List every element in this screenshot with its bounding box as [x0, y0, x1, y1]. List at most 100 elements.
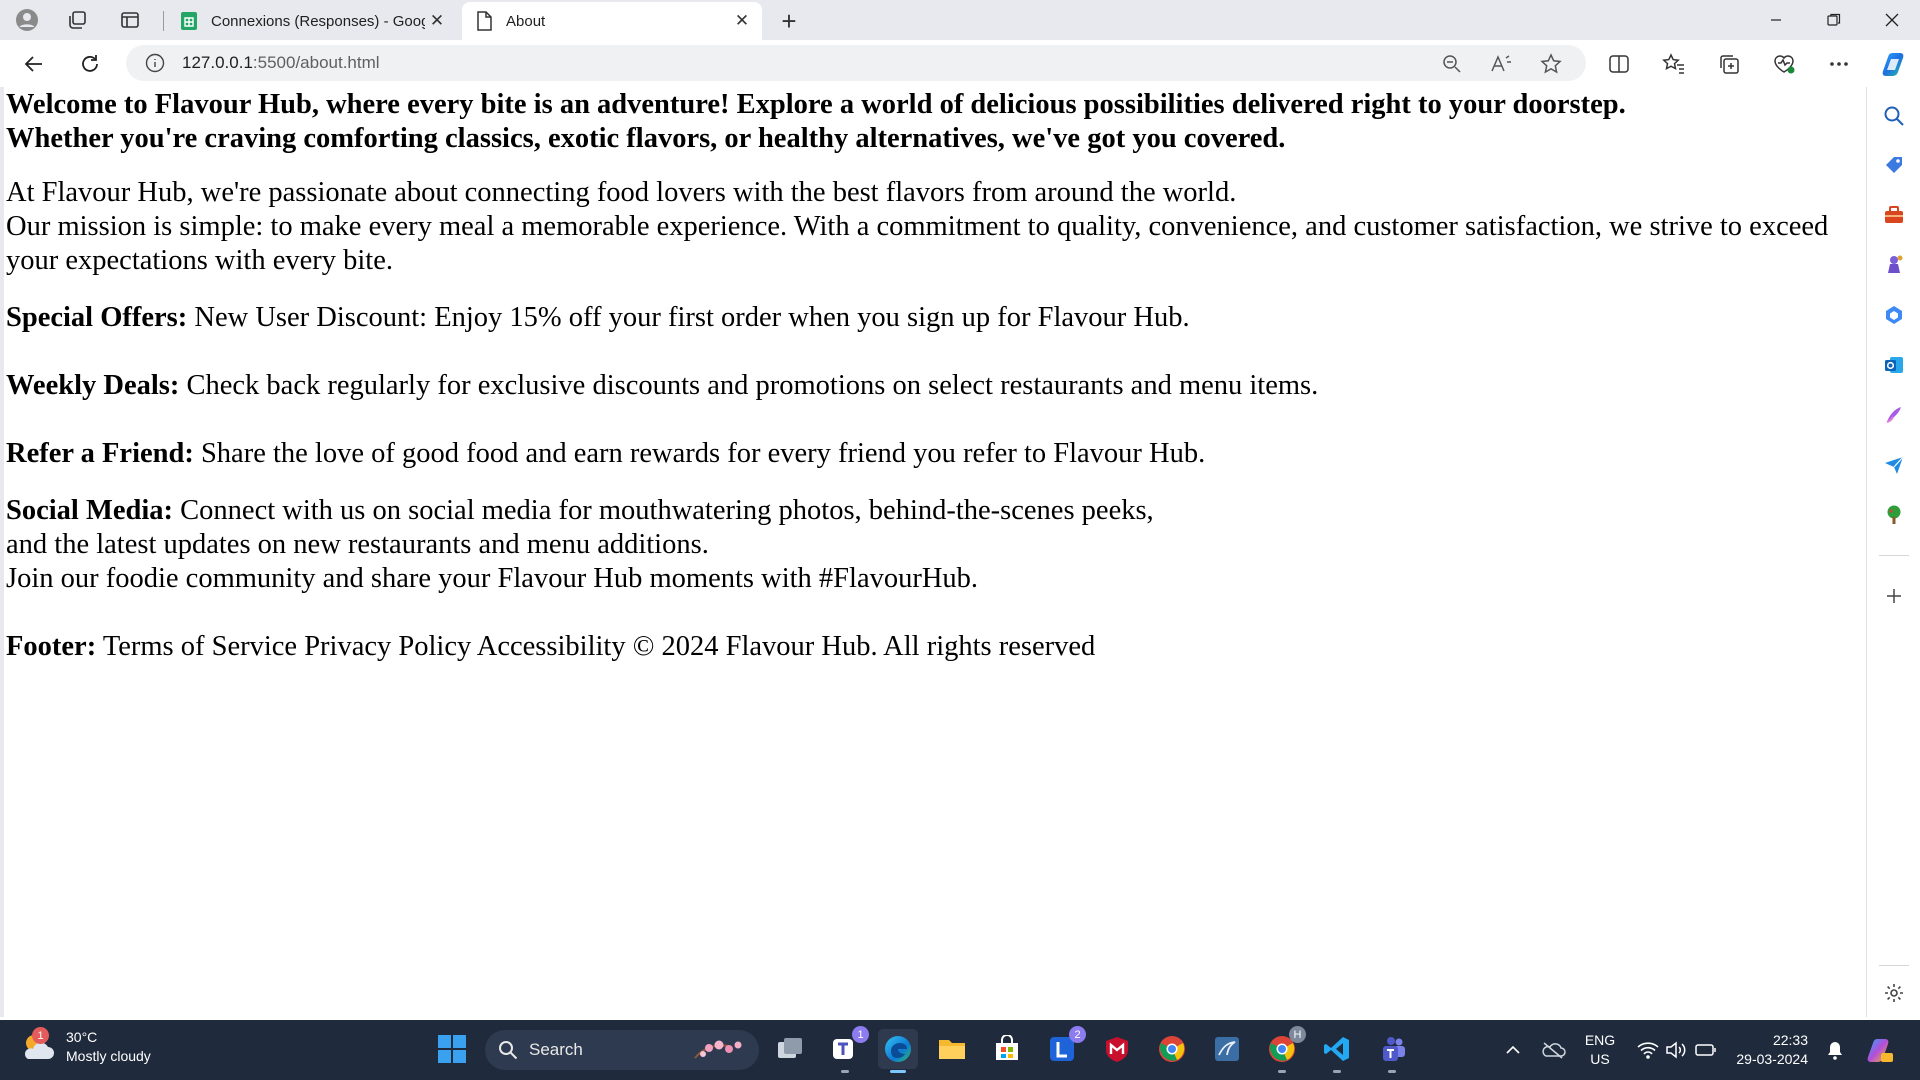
refer-friend-paragraph: Refer a Friend: Share the love of good f… [6, 437, 1864, 471]
clock-time: 22:33 [1772, 1032, 1808, 1048]
more-options-icon[interactable] [1826, 51, 1852, 77]
sidebar-tree-icon[interactable] [1882, 503, 1906, 527]
running-indicator [1333, 1070, 1341, 1073]
copilot-taskbar-icon[interactable] [1862, 1020, 1898, 1080]
about-paragraph: At Flavour Hub, we're passionate about c… [6, 176, 1864, 278]
about-line-2: Our mission is simple: to make every mea… [6, 211, 1829, 276]
footer-paragraph: Footer: Terms of Service Privacy Policy … [6, 630, 1864, 664]
browser-essentials-icon[interactable] [1771, 51, 1797, 77]
tab-about[interactable]: About ✕ [462, 2, 762, 40]
social-media-text-1: Connect with us on social media for mout… [173, 495, 1154, 526]
refer-friend-label: Refer a Friend: [6, 438, 194, 469]
social-media-text-2: and the latest updates on new restaurant… [6, 529, 709, 560]
profile-icon[interactable] [13, 6, 41, 34]
url-path: :5500/about.html [252, 53, 380, 72]
tab-connexions[interactable]: Connexions (Responses) - Googl ✕ [167, 2, 457, 40]
mysql-workbench-icon[interactable] [1207, 1029, 1247, 1069]
copilot-icon[interactable] [1879, 48, 1911, 80]
sidebar-games-icon[interactable] [1882, 253, 1906, 277]
vscode-icon[interactable] [1317, 1029, 1357, 1073]
special-offers-text: New User Discount: Enjoy 15% off your fi… [187, 302, 1190, 333]
sidebar-drop-icon[interactable] [1882, 453, 1906, 477]
refer-friend-text: Share the love of good food and earn rew… [193, 438, 1206, 469]
battery-icon[interactable] [1694, 1020, 1718, 1080]
volume-icon[interactable] [1664, 1020, 1688, 1080]
close-tab-icon[interactable]: ✕ [730, 9, 754, 33]
back-button[interactable] [18, 48, 50, 80]
chrome-profile-badge: H [1289, 1026, 1306, 1043]
chrome-profile-icon[interactable]: H [1262, 1026, 1306, 1073]
favorites-icon[interactable] [1661, 51, 1687, 77]
social-media-text-3: Join our foodie community and share your… [6, 563, 979, 594]
weather-widget[interactable]: 1 30°C Mostly cloudy [20, 1027, 151, 1066]
minimize-button[interactable] [1748, 0, 1804, 40]
onedrive-icon[interactable] [1538, 1020, 1568, 1080]
sidebar-settings-icon[interactable] [1882, 981, 1906, 1005]
refresh-button[interactable] [74, 48, 106, 80]
collections-icon[interactable] [1716, 51, 1742, 77]
language-line-1: ENG [1584, 1032, 1616, 1048]
taskbar-search[interactable]: Search [485, 1030, 759, 1070]
tab-strip: Connexions (Responses) - Googl ✕ About ✕… [0, 0, 1920, 40]
mcafee-icon[interactable] [1097, 1029, 1137, 1069]
chrome-icon[interactable] [1152, 1029, 1192, 1069]
teams-badge: 1 [852, 1026, 869, 1043]
weather-description: Mostly cloudy [66, 1048, 151, 1064]
browser-toolbar: 127.0.0.1:5500/about.html [0, 40, 1920, 87]
special-offers-label: Special Offers: [6, 302, 188, 333]
active-indicator [890, 1070, 906, 1073]
social-media-paragraph: Social Media: Connect with us on social … [6, 494, 1864, 596]
l-app-badge: 2 [1069, 1026, 1086, 1043]
page-viewport: Welcome to Flavour Hub, where every bite… [0, 87, 1866, 1017]
windows-taskbar: 1 30°C Mostly cloudy Search 1 2 H ENG US… [0, 1020, 1920, 1080]
tab-title: Connexions (Responses) - Googl [211, 12, 425, 30]
restore-button[interactable] [1806, 0, 1862, 40]
running-indicator [1278, 1070, 1286, 1073]
sidebar-tools-icon[interactable] [1882, 203, 1906, 227]
zoom-out-icon[interactable] [1440, 52, 1464, 76]
read-aloud-icon[interactable] [1489, 52, 1513, 76]
close-tab-icon[interactable]: ✕ [425, 9, 449, 33]
edge-sidebar [1866, 87, 1920, 1017]
microsoft-store-icon[interactable] [987, 1029, 1027, 1069]
sidebar-shopping-icon[interactable] [1882, 153, 1906, 177]
clock[interactable]: 22:33 29-03-2024 [1726, 1020, 1808, 1080]
teams-icon[interactable] [1372, 1029, 1412, 1073]
special-offers-paragraph: Special Offers: New User Discount: Enjoy… [6, 301, 1864, 335]
close-window-button[interactable] [1864, 0, 1920, 40]
footer-label: Footer: [6, 631, 97, 662]
split-screen-icon[interactable] [1606, 51, 1632, 77]
address-bar[interactable]: 127.0.0.1:5500/about.html [126, 45, 1586, 81]
sidebar-designer-icon[interactable] [1882, 403, 1906, 427]
new-tab-button[interactable]: + [774, 6, 804, 36]
sidebar-outlook-icon[interactable] [1882, 353, 1906, 377]
tab-separator [163, 11, 164, 31]
edge-browser-icon[interactable] [878, 1029, 918, 1073]
workspaces-icon[interactable] [63, 6, 91, 34]
favorite-star-icon[interactable] [1539, 52, 1563, 76]
sidebar-microsoft365-icon[interactable] [1882, 303, 1906, 327]
wifi-icon[interactable] [1636, 1020, 1660, 1080]
start-button[interactable] [432, 1029, 472, 1069]
language-indicator[interactable]: ENG US [1578, 1020, 1622, 1080]
show-hidden-icons-button[interactable] [1500, 1020, 1526, 1080]
notifications-icon[interactable] [1822, 1020, 1848, 1080]
sidebar-search-icon[interactable] [1882, 104, 1906, 128]
welcome-line-2: Whether you're craving comforting classi… [6, 123, 1286, 154]
tab-title: About [506, 12, 546, 30]
sidebar-add-icon[interactable] [1882, 584, 1906, 608]
task-view-icon[interactable] [770, 1029, 810, 1069]
file-explorer-icon[interactable] [932, 1029, 972, 1069]
footer-text: Terms of Service Privacy Policy Accessib… [96, 631, 1096, 662]
weekly-deals-label: Weekly Deals: [6, 370, 180, 401]
l-app-icon[interactable]: 2 [1042, 1026, 1086, 1069]
language-line-2: US [1590, 1051, 1610, 1067]
site-info-icon[interactable] [144, 52, 166, 74]
weather-text: 30°C Mostly cloudy [66, 1028, 151, 1066]
tab-actions-icon[interactable] [116, 6, 144, 34]
url-text: 127.0.0.1:5500/about.html [182, 53, 380, 73]
search-icon [497, 1039, 519, 1061]
weather-alert-badge: 1 [32, 1027, 49, 1044]
teams-chat-icon[interactable]: 1 [825, 1026, 869, 1073]
sidebar-divider [1879, 555, 1909, 556]
